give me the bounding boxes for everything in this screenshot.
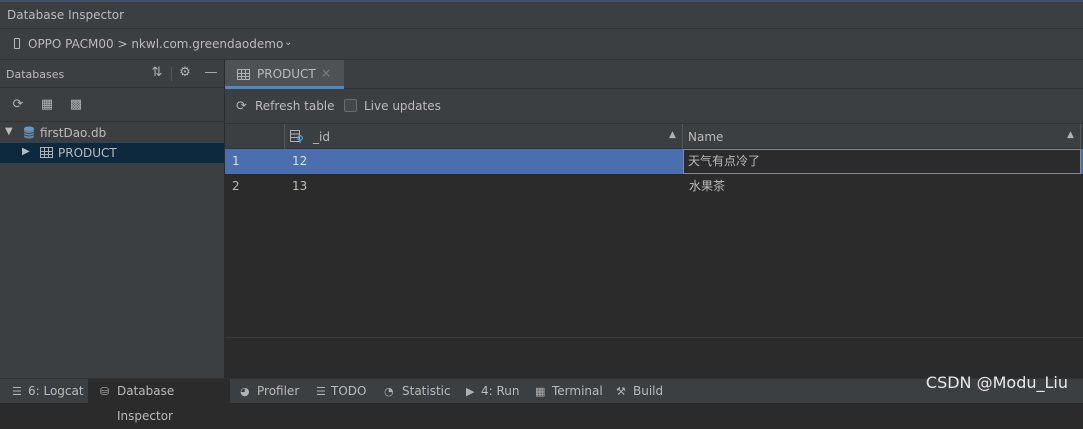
row-number-header: [225, 124, 285, 149]
live-updates-checkbox[interactable]: [344, 99, 357, 112]
tab-terminal-label: Terminal: [552, 384, 603, 398]
primary-key-icon: [290, 130, 303, 143]
header-divider: [171, 67, 172, 81]
terminal-icon: ▦: [535, 385, 546, 398]
device-selector[interactable]: OPPO PACM00 > nkwl.com.greendaodemo: [28, 37, 283, 51]
window-title: Database Inspector: [7, 8, 125, 22]
sort-icon[interactable]: ▲︎: [669, 130, 676, 140]
live-updates-label[interactable]: Live updates: [364, 99, 441, 113]
title-bar-highlight: [0, 0, 1083, 2]
table-footer-divider: [225, 337, 1083, 338]
tab-statistic-label: Statistic: [402, 384, 451, 398]
databases-panel: Databases ⇅ ⚙ — ⟳ ▦ ▩ ▼ firstDao.db ▶ PR…: [0, 60, 225, 378]
tab-label: PRODUCT: [257, 67, 316, 81]
table-row[interactable]: 2 13 水果茶: [225, 174, 1083, 199]
column-header-id[interactable]: _id ▲︎: [285, 124, 683, 149]
tab-database-inspector[interactable]: ⛁ Database Inspector: [88, 379, 230, 423]
tab-profiler-label: Profiler: [257, 384, 300, 398]
table-view-panel: PRODUCT × ⟳ Refresh table Live updates _…: [225, 60, 1083, 378]
device-bar: OPPO PACM00 > nkwl.com.greendaodemo ⌄: [0, 29, 1083, 60]
run-icon: ▶: [466, 385, 475, 398]
tool-window-bar: ☰ 6: Logcat ⛁ Database Inspector ◕ Profi…: [0, 378, 1083, 423]
database-icon: ⛁: [100, 385, 110, 398]
tab-build-label: Build: [633, 384, 664, 398]
table-icon: [40, 147, 53, 158]
table-icon: [237, 69, 250, 80]
tab-statistic[interactable]: ◔ Statistic: [384, 379, 458, 404]
tab-todo-label: TODO: [331, 384, 367, 398]
tree-item-database[interactable]: ▼ firstDao.db: [0, 123, 224, 143]
cell-id[interactable]: 13: [292, 174, 682, 199]
tab-logcat-label: 6: Logcat: [28, 384, 84, 398]
databases-toolbar: ⟳ ▦ ▩: [0, 88, 225, 122]
row-number: 2: [232, 179, 240, 193]
data-table: _id ▲︎ Name ▲︎ 1 12 天气有点冷了 2 13 水果茶: [225, 124, 1083, 199]
chevron-down-icon[interactable]: ⌄: [284, 37, 292, 48]
database-icon: [23, 126, 35, 139]
profiler-icon: ◕: [240, 385, 250, 398]
databases-panel-title: Databases: [6, 68, 65, 81]
tool-window-title-bar: Database Inspector: [0, 0, 1083, 29]
tab-logcat[interactable]: ☰ 6: Logcat: [8, 379, 88, 404]
row-number: 1: [232, 154, 240, 168]
editor-tab-bar: PRODUCT ×: [225, 60, 1083, 89]
todo-icon: ☰: [316, 385, 326, 398]
column-label-name: Name: [688, 130, 724, 144]
table-header: _id ▲︎ Name ▲︎: [225, 124, 1083, 149]
tab-run-label: 4: Run: [481, 384, 520, 398]
collapse-icon[interactable]: ⇅: [149, 65, 165, 81]
tab-run[interactable]: ▶ 4: Run: [464, 379, 520, 404]
build-icon: ⚒: [616, 385, 626, 398]
watermark: CSDN @Modu_Liu: [925, 373, 1068, 392]
close-icon[interactable]: ×: [321, 66, 331, 80]
table-query-icon[interactable]: ▦: [39, 97, 55, 113]
database-tree: ▼ firstDao.db ▶ PRODUCT: [0, 123, 224, 163]
expand-arrow-icon[interactable]: ▼: [5, 126, 13, 137]
gear-icon[interactable]: ⚙: [177, 65, 193, 81]
tab-build[interactable]: ⚒ Build: [616, 379, 676, 404]
table-row[interactable]: 1 12 天气有点冷了: [225, 149, 1083, 174]
database-label: firstDao.db: [40, 126, 107, 140]
cell-name[interactable]: 天气有点冷了: [683, 149, 1081, 174]
logcat-icon: ☰: [12, 385, 22, 398]
tab-profiler[interactable]: ◕ Profiler: [238, 379, 308, 404]
cell-id[interactable]: 12: [292, 149, 682, 174]
tab-terminal[interactable]: ▦ Terminal: [535, 379, 609, 404]
phone-icon: [14, 38, 20, 49]
column-header-name[interactable]: Name ▲︎: [683, 124, 1081, 149]
column-label-id: _id: [313, 130, 330, 144]
tab-todo[interactable]: ☰ TODO: [314, 379, 374, 404]
tab-product[interactable]: PRODUCT ×: [225, 60, 344, 89]
statistic-icon: ◔: [384, 385, 394, 398]
refresh-table-button[interactable]: Refresh table: [255, 99, 335, 113]
tab-database-inspector-label: Database Inspector: [117, 384, 175, 423]
refresh-icon[interactable]: ⟳: [10, 97, 26, 113]
collapsed-arrow-icon[interactable]: ▶: [22, 146, 30, 157]
minimize-icon[interactable]: —: [203, 65, 219, 81]
sort-icon[interactable]: ▲︎: [1067, 130, 1074, 140]
table-toolbar: ⟳ Refresh table Live updates: [225, 89, 1083, 124]
tree-item-table[interactable]: ▶ PRODUCT: [0, 143, 224, 163]
schema-icon[interactable]: ▩: [68, 97, 84, 113]
databases-panel-header: Databases ⇅ ⚙ —: [0, 60, 225, 88]
cell-name[interactable]: 水果茶: [689, 174, 1079, 199]
table-label: PRODUCT: [58, 146, 117, 160]
refresh-icon[interactable]: ⟳: [236, 99, 247, 114]
